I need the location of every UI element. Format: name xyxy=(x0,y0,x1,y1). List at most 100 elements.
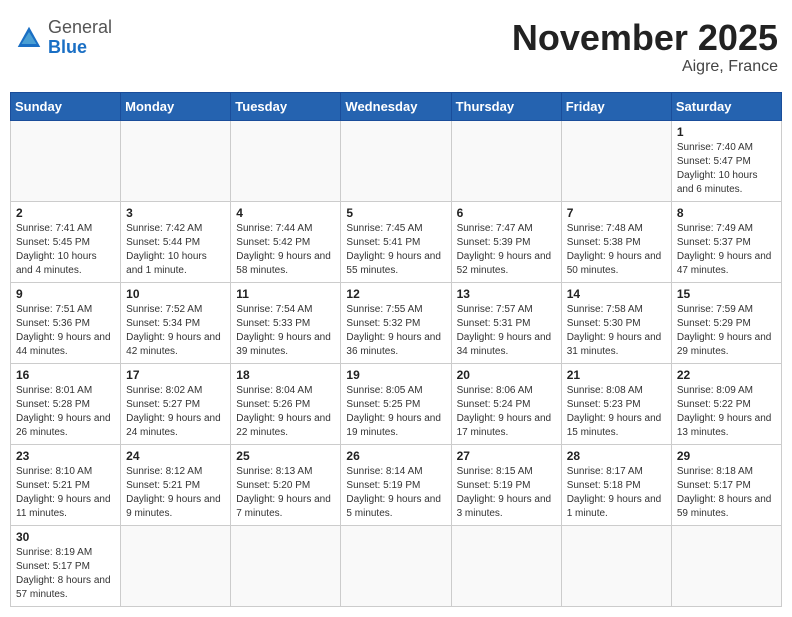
calendar-cell: 30 Sunrise: 8:19 AM Sunset: 5:17 PM Dayli… xyxy=(11,525,121,606)
logo-text: General Blue xyxy=(48,18,112,58)
weekday-header-sunday: Sunday xyxy=(11,92,121,120)
calendar-cell xyxy=(341,120,451,201)
calendar-cell xyxy=(451,120,561,201)
calendar-cell xyxy=(231,120,341,201)
calendar-cell: 25Sunrise: 8:13 AM Sunset: 5:20 PM Dayli… xyxy=(231,444,341,525)
calendar-cell: 22 Sunrise: 8:09 AM Sunset: 5:22 PM Dayli… xyxy=(671,363,781,444)
calendar-cell xyxy=(121,120,231,201)
week-row-6: 30 Sunrise: 8:19 AM Sunset: 5:17 PM Dayli… xyxy=(11,525,782,606)
calendar-cell: 6Sunrise: 7:47 AM Sunset: 5:39 PM Daylig… xyxy=(451,201,561,282)
calendar-cell: 19 Sunrise: 8:05 AM Sunset: 5:25 PM Dayli… xyxy=(341,363,451,444)
calendar-cell: 1Sunrise: 7:40 AM Sunset: 5:47 PM Daylig… xyxy=(671,120,781,201)
day-info: Sunrise: 7:55 AM Sunset: 5:32 PM Dayligh… xyxy=(346,303,445,359)
day-number: 22 xyxy=(677,368,776,382)
day-number: 4 xyxy=(236,206,335,220)
weekday-header-friday: Friday xyxy=(561,92,671,120)
calendar-cell xyxy=(561,525,671,606)
day-number: 9 xyxy=(16,287,115,301)
day-number: 26 xyxy=(346,449,445,463)
week-row-2: 2 Sunrise: 7:41 AM Sunset: 5:45 PM Daylig… xyxy=(11,201,782,282)
day-number: 19 xyxy=(346,368,445,382)
logo: General Blue xyxy=(14,18,112,58)
day-number: 24 xyxy=(126,449,225,463)
day-number: 23 xyxy=(16,449,115,463)
title-block: November 2025 Aigre, France xyxy=(512,18,778,76)
day-info: Sunrise: 8:14 AM Sunset: 5:19 PM Dayligh… xyxy=(346,465,445,521)
calendar-cell: 11 Sunrise: 7:54 AM Sunset: 5:33 PM Dayli… xyxy=(231,282,341,363)
calendar-cell: 29 Sunrise: 8:18 AM Sunset: 5:17 PM Dayli… xyxy=(671,444,781,525)
day-number: 29 xyxy=(677,449,776,463)
calendar-cell xyxy=(561,120,671,201)
logo-general: General xyxy=(48,17,112,37)
calendar-cell: 28 Sunrise: 8:17 AM Sunset: 5:18 PM Dayli… xyxy=(561,444,671,525)
calendar-cell: 23 Sunrise: 8:10 AM Sunset: 5:21 PM Dayli… xyxy=(11,444,121,525)
day-number: 8 xyxy=(677,206,776,220)
calendar-cell: 3Sunrise: 7:42 AM Sunset: 5:44 PM Daylig… xyxy=(121,201,231,282)
calendar-cell: 15Sunrise: 7:59 AM Sunset: 5:29 PM Dayli… xyxy=(671,282,781,363)
day-info: Sunrise: 8:01 AM Sunset: 5:28 PM Dayligh… xyxy=(16,384,115,440)
calendar-cell: 18Sunrise: 8:04 AM Sunset: 5:26 PM Dayli… xyxy=(231,363,341,444)
calendar-cell: 8 Sunrise: 7:49 AM Sunset: 5:37 PM Daylig… xyxy=(671,201,781,282)
day-number: 18 xyxy=(236,368,335,382)
calendar-cell: 26 Sunrise: 8:14 AM Sunset: 5:19 PM Dayli… xyxy=(341,444,451,525)
day-number: 6 xyxy=(457,206,556,220)
day-info: Sunrise: 8:17 AM Sunset: 5:18 PM Dayligh… xyxy=(567,465,666,521)
day-info: Sunrise: 8:09 AM Sunset: 5:22 PM Dayligh… xyxy=(677,384,776,440)
day-number: 27 xyxy=(457,449,556,463)
calendar-cell: 7 Sunrise: 7:48 AM Sunset: 5:38 PM Daylig… xyxy=(561,201,671,282)
calendar-cell: 13Sunrise: 7:57 AM Sunset: 5:31 PM Dayli… xyxy=(451,282,561,363)
day-number: 16 xyxy=(16,368,115,382)
day-info: Sunrise: 7:48 AM Sunset: 5:38 PM Dayligh… xyxy=(567,222,666,278)
calendar-cell xyxy=(11,120,121,201)
calendar-cell: 16 Sunrise: 8:01 AM Sunset: 5:28 PM Dayli… xyxy=(11,363,121,444)
day-number: 11 xyxy=(236,287,335,301)
day-info: Sunrise: 7:41 AM Sunset: 5:45 PM Dayligh… xyxy=(16,222,115,278)
calendar-cell: 27 Sunrise: 8:15 AM Sunset: 5:19 PM Dayli… xyxy=(451,444,561,525)
week-row-4: 16 Sunrise: 8:01 AM Sunset: 5:28 PM Dayli… xyxy=(11,363,782,444)
day-info: Sunrise: 7:51 AM Sunset: 5:36 PM Dayligh… xyxy=(16,303,115,359)
month-title: November 2025 xyxy=(512,18,778,58)
calendar-cell xyxy=(671,525,781,606)
day-info: Sunrise: 8:15 AM Sunset: 5:19 PM Dayligh… xyxy=(457,465,556,521)
calendar-cell xyxy=(341,525,451,606)
calendar-cell: 21Sunrise: 8:08 AM Sunset: 5:23 PM Dayli… xyxy=(561,363,671,444)
day-info: Sunrise: 8:02 AM Sunset: 5:27 PM Dayligh… xyxy=(126,384,225,440)
calendar-cell: 10 Sunrise: 7:52 AM Sunset: 5:34 PM Dayli… xyxy=(121,282,231,363)
calendar-cell: 9 Sunrise: 7:51 AM Sunset: 5:36 PM Daylig… xyxy=(11,282,121,363)
day-info: Sunrise: 8:10 AM Sunset: 5:21 PM Dayligh… xyxy=(16,465,115,521)
day-number: 20 xyxy=(457,368,556,382)
day-number: 30 xyxy=(16,530,115,544)
day-info: Sunrise: 8:19 AM Sunset: 5:17 PM Dayligh… xyxy=(16,546,115,602)
logo-blue: Blue xyxy=(48,37,87,57)
day-number: 28 xyxy=(567,449,666,463)
weekday-header-thursday: Thursday xyxy=(451,92,561,120)
day-number: 10 xyxy=(126,287,225,301)
calendar-cell: 5Sunrise: 7:45 AM Sunset: 5:41 PM Daylig… xyxy=(341,201,451,282)
day-info: Sunrise: 7:45 AM Sunset: 5:41 PM Dayligh… xyxy=(346,222,445,278)
day-info: Sunrise: 7:49 AM Sunset: 5:37 PM Dayligh… xyxy=(677,222,776,278)
day-number: 25 xyxy=(236,449,335,463)
calendar-cell: 12Sunrise: 7:55 AM Sunset: 5:32 PM Dayli… xyxy=(341,282,451,363)
week-row-1: 1Sunrise: 7:40 AM Sunset: 5:47 PM Daylig… xyxy=(11,120,782,201)
weekday-header-row: SundayMondayTuesdayWednesdayThursdayFrid… xyxy=(11,92,782,120)
day-info: Sunrise: 7:44 AM Sunset: 5:42 PM Dayligh… xyxy=(236,222,335,278)
day-info: Sunrise: 8:08 AM Sunset: 5:23 PM Dayligh… xyxy=(567,384,666,440)
day-number: 14 xyxy=(567,287,666,301)
day-number: 2 xyxy=(16,206,115,220)
calendar-cell xyxy=(121,525,231,606)
weekday-header-monday: Monday xyxy=(121,92,231,120)
calendar-cell: 4 Sunrise: 7:44 AM Sunset: 5:42 PM Daylig… xyxy=(231,201,341,282)
day-info: Sunrise: 7:54 AM Sunset: 5:33 PM Dayligh… xyxy=(236,303,335,359)
weekday-header-saturday: Saturday xyxy=(671,92,781,120)
day-info: Sunrise: 7:52 AM Sunset: 5:34 PM Dayligh… xyxy=(126,303,225,359)
calendar-cell: 14Sunrise: 7:58 AM Sunset: 5:30 PM Dayli… xyxy=(561,282,671,363)
day-info: Sunrise: 8:18 AM Sunset: 5:17 PM Dayligh… xyxy=(677,465,776,521)
day-info: Sunrise: 7:40 AM Sunset: 5:47 PM Dayligh… xyxy=(677,141,776,197)
weekday-header-tuesday: Tuesday xyxy=(231,92,341,120)
day-info: Sunrise: 8:06 AM Sunset: 5:24 PM Dayligh… xyxy=(457,384,556,440)
day-info: Sunrise: 8:05 AM Sunset: 5:25 PM Dayligh… xyxy=(346,384,445,440)
day-number: 7 xyxy=(567,206,666,220)
location: Aigre, France xyxy=(512,58,778,76)
day-number: 15 xyxy=(677,287,776,301)
day-info: Sunrise: 7:42 AM Sunset: 5:44 PM Dayligh… xyxy=(126,222,225,278)
